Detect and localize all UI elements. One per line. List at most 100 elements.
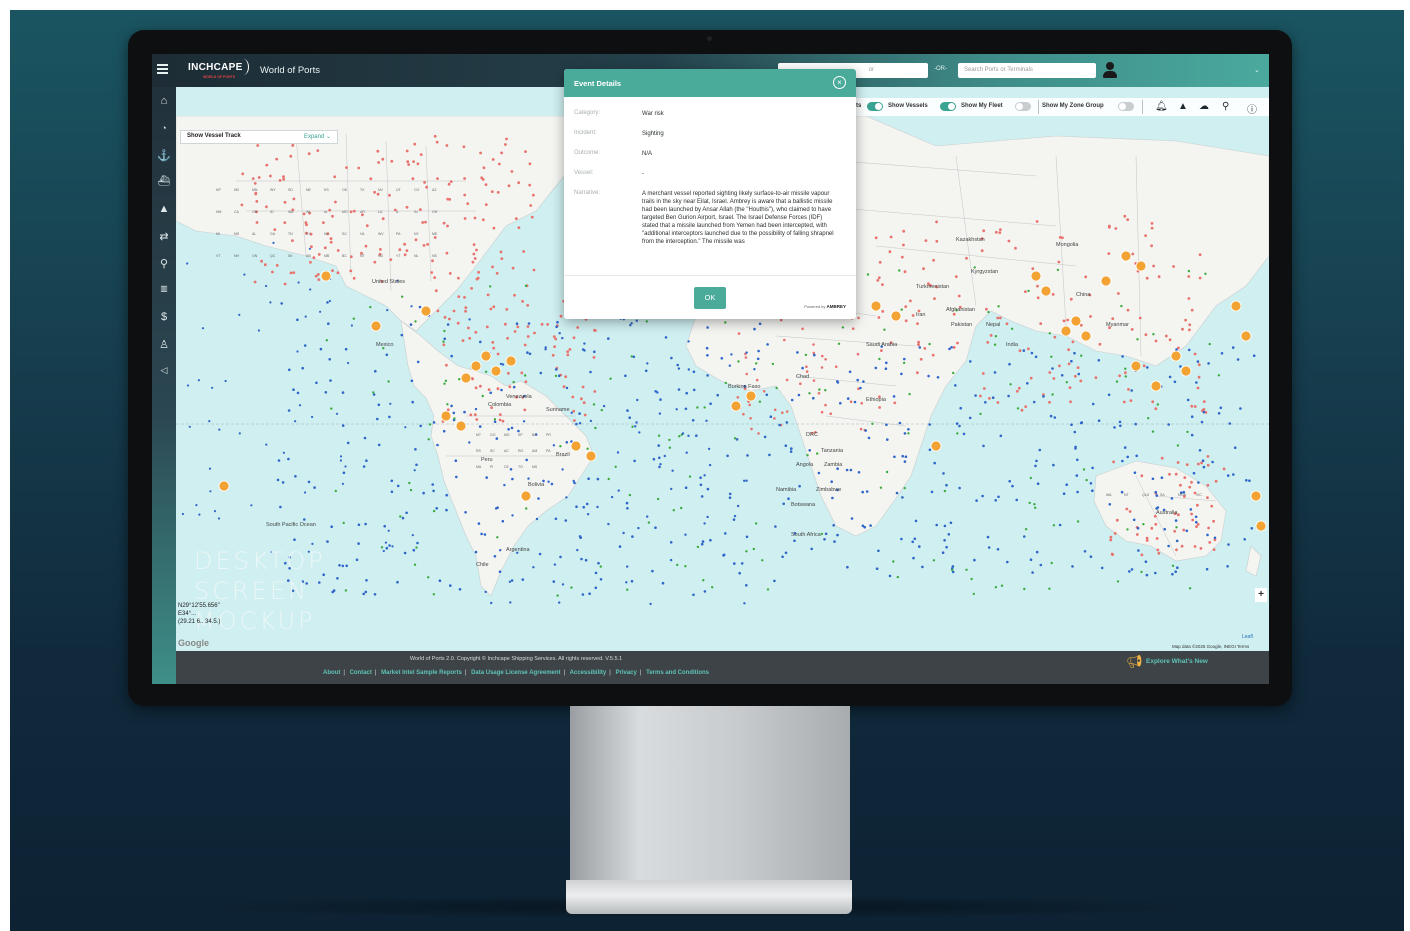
map-marker[interactable]: [349, 269, 353, 273]
map-marker[interactable]: [1197, 481, 1200, 484]
map-marker[interactable]: [579, 536, 582, 539]
map-marker[interactable]: [998, 231, 1002, 234]
map-marker[interactable]: [771, 362, 775, 366]
person-icon[interactable]: ♙: [152, 338, 176, 351]
map-marker[interactable]: [859, 386, 862, 390]
map-marker[interactable]: [1039, 322, 1043, 325]
footer-link-privacy[interactable]: Privacy: [616, 670, 637, 676]
map-marker[interactable]: [1150, 244, 1153, 248]
map-marker[interactable]: [464, 306, 468, 309]
map-marker[interactable]: [556, 320, 559, 324]
map-marker[interactable]: [554, 517, 558, 521]
map-marker[interactable]: [823, 538, 826, 541]
map-marker[interactable]: [904, 305, 908, 308]
map-marker[interactable]: [493, 418, 497, 421]
map-marker[interactable]: [373, 593, 377, 596]
map-marker[interactable]: [658, 412, 662, 415]
map-marker[interactable]: [783, 338, 786, 342]
map-marker[interactable]: [743, 602, 746, 605]
map-marker[interactable]: [388, 193, 391, 197]
map-marker[interactable]: [1121, 459, 1124, 463]
map-marker[interactable]: [431, 259, 434, 263]
map-marker[interactable]: [924, 239, 928, 242]
map-marker[interactable]: [511, 266, 515, 270]
map-marker[interactable]: [344, 589, 348, 592]
map-marker[interactable]: [265, 163, 269, 167]
map-marker[interactable]: [628, 493, 632, 497]
map-marker[interactable]: [900, 537, 903, 541]
map-marker[interactable]: [860, 401, 863, 405]
map-marker[interactable]: [728, 496, 732, 500]
map-marker[interactable]: [442, 340, 445, 343]
map-marker[interactable]: [1211, 460, 1214, 464]
map-marker[interactable]: [1193, 405, 1197, 408]
map-marker[interactable]: [311, 542, 314, 545]
map-marker[interactable]: [509, 601, 512, 604]
map-marker[interactable]: [566, 350, 570, 353]
map-marker[interactable]: [1051, 393, 1054, 396]
map-marker[interactable]: [678, 435, 681, 438]
map-marker[interactable]: [1122, 400, 1126, 404]
map-marker[interactable]: [919, 357, 923, 361]
map-marker[interactable]: [1048, 587, 1051, 590]
map-marker[interactable]: [1107, 252, 1111, 256]
map-marker[interactable]: [808, 392, 811, 395]
cluster-marker[interactable]: [1230, 300, 1242, 312]
map-marker[interactable]: [211, 386, 214, 389]
map-marker[interactable]: [596, 505, 599, 509]
map-marker[interactable]: [570, 411, 573, 414]
map-marker[interactable]: [521, 578, 525, 581]
map-marker[interactable]: [830, 480, 833, 484]
map-marker[interactable]: [801, 327, 804, 331]
map-marker[interactable]: [1167, 544, 1170, 548]
map-marker[interactable]: [218, 428, 221, 431]
map-marker[interactable]: [1030, 351, 1034, 355]
map-marker[interactable]: [1018, 349, 1022, 353]
bell-icon[interactable]: 🔔︎: [1155, 101, 1168, 112]
map-marker[interactable]: [1068, 386, 1072, 389]
map-marker[interactable]: [517, 226, 521, 229]
cluster-marker[interactable]: [1080, 330, 1092, 342]
map-marker[interactable]: [469, 413, 473, 417]
map-marker[interactable]: [275, 157, 279, 161]
map-marker[interactable]: [1135, 533, 1139, 536]
map-marker[interactable]: [496, 536, 499, 539]
map-marker[interactable]: [994, 586, 998, 589]
map-marker[interactable]: [273, 228, 277, 231]
map-marker[interactable]: [947, 533, 951, 536]
map-marker[interactable]: [610, 495, 614, 499]
map-marker[interactable]: [208, 467, 212, 470]
map-marker[interactable]: [787, 497, 790, 501]
map-marker[interactable]: [1188, 485, 1192, 489]
cluster-marker[interactable]: [520, 490, 532, 502]
map-marker[interactable]: [1015, 389, 1019, 393]
map-marker[interactable]: [1089, 482, 1093, 485]
map-marker[interactable]: [1091, 489, 1094, 493]
map-marker[interactable]: [1073, 351, 1076, 355]
cluster-marker[interactable]: [1150, 380, 1162, 392]
map-marker[interactable]: [404, 426, 407, 429]
map-marker[interactable]: [1033, 503, 1036, 506]
map-marker[interactable]: [419, 153, 423, 156]
map-marker[interactable]: [1023, 587, 1026, 591]
map-marker[interactable]: [703, 474, 706, 477]
map-marker[interactable]: [524, 150, 527, 153]
map-marker[interactable]: [532, 566, 535, 569]
map-marker[interactable]: [523, 374, 527, 377]
dollar-icon[interactable]: $: [152, 311, 176, 323]
map-marker[interactable]: [745, 479, 748, 482]
map-marker[interactable]: [1053, 416, 1057, 419]
map-marker[interactable]: [1197, 375, 1201, 379]
map-marker[interactable]: [749, 417, 752, 420]
map-marker[interactable]: [1176, 444, 1180, 447]
map-marker[interactable]: [1058, 523, 1062, 527]
map-marker[interactable]: [1121, 355, 1124, 358]
map-marker[interactable]: [528, 352, 532, 356]
map-marker[interactable]: [329, 237, 333, 240]
map-marker[interactable]: [316, 149, 320, 152]
map-marker[interactable]: [805, 365, 808, 368]
map-marker[interactable]: [524, 380, 528, 384]
map-marker[interactable]: [339, 459, 342, 462]
map-marker[interactable]: [255, 221, 259, 224]
map-marker[interactable]: [1176, 461, 1180, 464]
